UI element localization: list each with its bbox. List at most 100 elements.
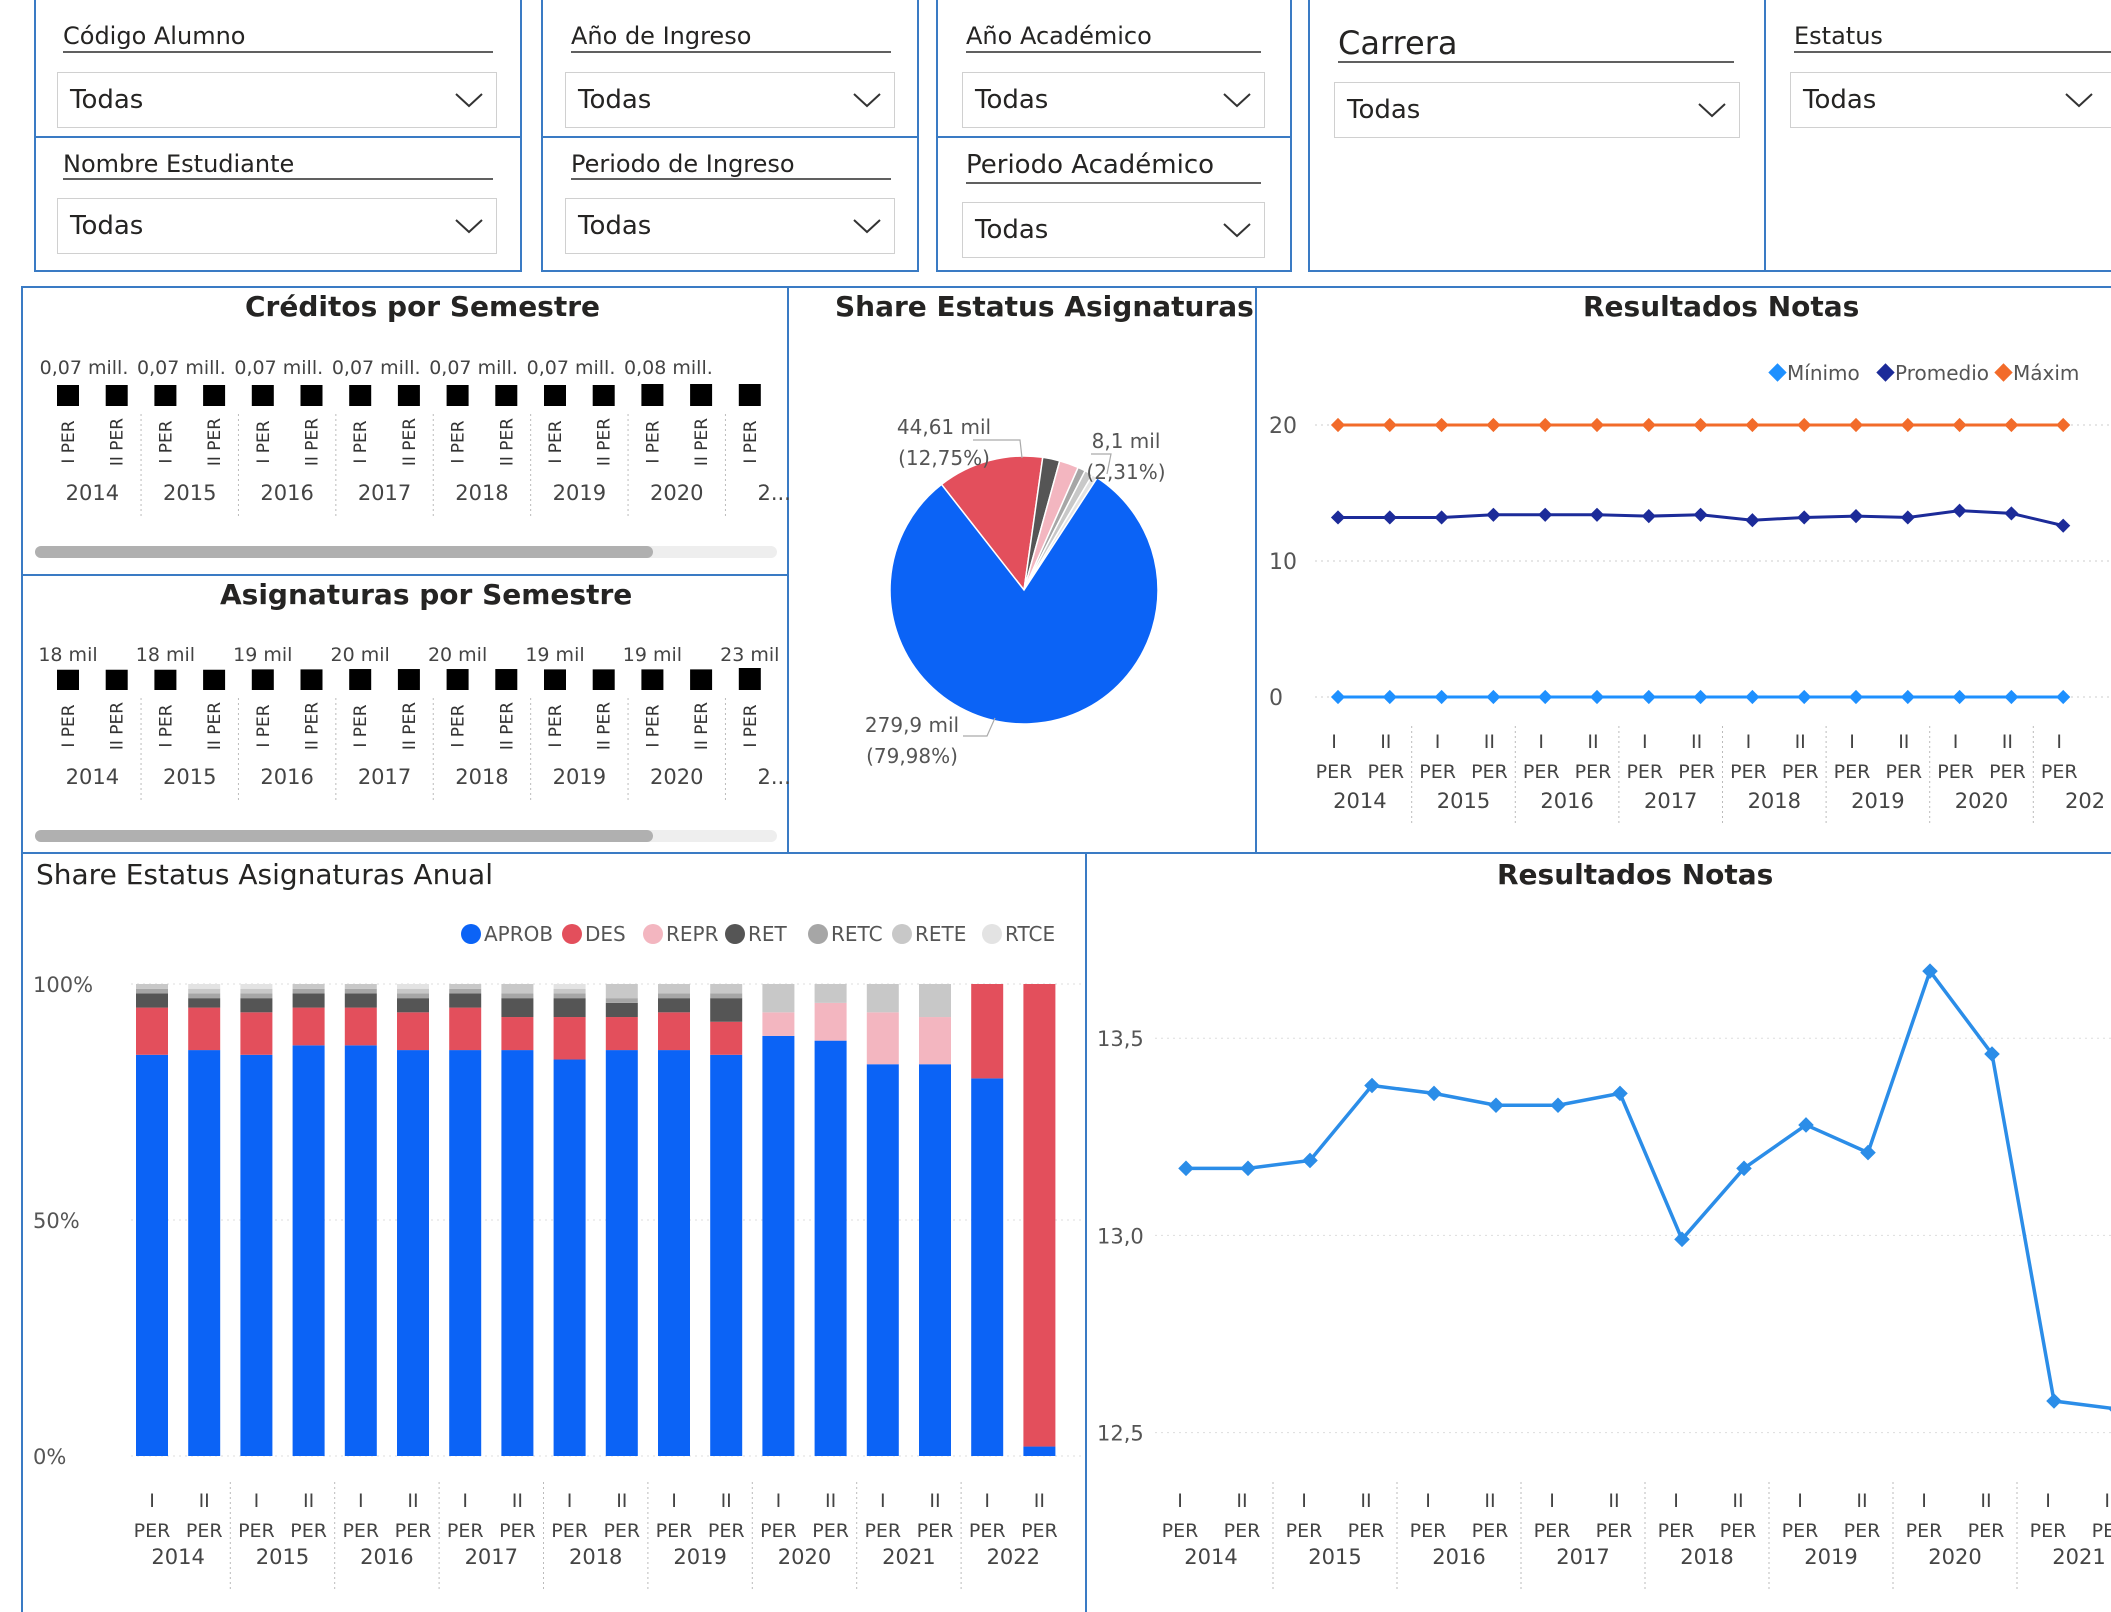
x-tick-label: PER — [1162, 1520, 1199, 1542]
x-tick-label: I — [1642, 731, 1648, 753]
bar-segment — [553, 1017, 586, 1060]
data-point — [1589, 689, 1605, 705]
bar-segment — [658, 993, 690, 999]
data-point — [1900, 689, 1915, 705]
bar — [203, 669, 226, 690]
x-group-label: 2014 — [1184, 1545, 1237, 1569]
bar-segment — [553, 984, 586, 989]
filter-dropdown-anio-academico[interactable]: Todas — [962, 72, 1265, 128]
x-tick-label: PER — [708, 1520, 745, 1542]
x-group-label: 2022 — [987, 1545, 1040, 1569]
x-tick-label: I PER — [546, 420, 566, 463]
x-tick-label: PER — [1410, 1520, 1447, 1542]
data-point — [1952, 503, 1967, 518]
bar — [57, 385, 79, 406]
x-tick-label: II — [1587, 731, 1598, 753]
x-tick-label: PER — [1834, 761, 1871, 783]
bar — [57, 669, 79, 690]
x-tick-label: PER — [1885, 761, 1922, 783]
bar-segment — [919, 1017, 951, 1065]
bar-segment — [501, 998, 534, 1018]
bar-segment — [971, 984, 1004, 1079]
data-label: 0,07 mill. — [429, 357, 518, 379]
x-group-label: 2016 — [260, 481, 313, 505]
filter-dropdown-estatus[interactable]: Todas — [1790, 72, 2111, 128]
data-point — [1178, 1160, 1194, 1177]
x-tick-label: PER — [1316, 761, 1353, 783]
x-tick-label: I — [1301, 1490, 1307, 1512]
bar-segment — [344, 988, 377, 994]
bar-segment — [136, 993, 168, 1008]
x-tick-label: PER — [290, 1520, 327, 1542]
filter-dropdown-periodo-ingreso[interactable]: Todas — [565, 198, 895, 254]
bar-segment — [919, 1064, 951, 1456]
filter-label-anio-ingreso: Año de Ingreso — [571, 22, 752, 50]
x-tick-label: II — [303, 1490, 314, 1512]
bar — [300, 669, 323, 690]
data-point — [1797, 417, 1812, 433]
bar-segment — [136, 984, 168, 989]
x-group-label: 2018 — [1680, 1545, 1733, 1569]
filter-dropdown-periodo-academico[interactable]: Todas — [962, 202, 1265, 258]
legend-marker — [461, 924, 481, 944]
x-tick-label: I — [567, 1490, 573, 1512]
bar-segment — [605, 1050, 638, 1456]
bar-segment — [292, 988, 325, 994]
bar-segment — [136, 1054, 168, 1456]
data-point — [1745, 689, 1760, 705]
x-group-label: 2019 — [1851, 789, 1904, 813]
x-tick-label: I PER — [449, 704, 469, 747]
pie-data-label: (2,31%) — [1086, 460, 1165, 484]
filter-label-carrera: Carrera — [1338, 24, 1458, 62]
data-point — [1382, 510, 1397, 525]
x-tick-label: II — [407, 1490, 418, 1512]
filter-dropdown-anio-ingreso[interactable]: Todas — [565, 72, 895, 128]
x-tick-label: I — [1549, 1490, 1555, 1512]
data-point — [1486, 689, 1501, 705]
bar-segment — [762, 984, 795, 1013]
chart-creditos: I PER II PER I PER II PER I PER II PER I PER II… — [35, 357, 789, 558]
bar — [592, 669, 615, 690]
x-group-label: 2... — [757, 765, 789, 789]
filter-label-anio-academico: Año Académico — [966, 22, 1152, 50]
x-tick-label: I PER — [351, 704, 371, 747]
data-point — [1538, 689, 1553, 705]
bar-segment — [397, 1012, 429, 1051]
x-tick-label: II — [1795, 731, 1806, 753]
legend-label: RET — [748, 922, 788, 946]
filter-dropdown-codigo[interactable]: Todas — [57, 72, 497, 128]
legend-label: Mínimo — [1787, 361, 1860, 385]
chart-notas1: Mínimo Promedio Máxim20100IPERIIPERIPERIIP… — [1269, 361, 2111, 826]
bar — [154, 669, 177, 690]
chevron-down-icon — [2065, 93, 2093, 108]
data-label: 0,07 mill. — [332, 357, 421, 379]
x-tick-label: I — [358, 1490, 364, 1512]
x-tick-label: PER — [1989, 761, 2026, 783]
x-tick-label: PER — [447, 1520, 484, 1542]
x-tick-label: PER — [760, 1520, 797, 1542]
x-tick-label: I — [2056, 731, 2062, 753]
x-tick-label: II — [1608, 1490, 1619, 1512]
filter-dropdown-nombre[interactable]: Todas — [57, 198, 497, 254]
legend-marker — [982, 924, 1002, 944]
bar — [495, 385, 518, 406]
data-point — [1900, 417, 1915, 433]
filter-dropdown-carrera[interactable]: Todas — [1334, 82, 1740, 138]
x-tick-label: PER — [656, 1520, 693, 1542]
bar-segment — [292, 1045, 325, 1456]
bar-segment — [866, 1012, 899, 1065]
x-tick-label: PER — [2030, 1520, 2067, 1542]
bar-segment — [710, 993, 743, 999]
data-point — [1330, 689, 1346, 705]
data-point — [1550, 1097, 1566, 1114]
x-group-label: 2017 — [465, 1545, 518, 1569]
legend-label: RTCE — [1005, 922, 1055, 946]
data-label: 0,07 mill. — [527, 357, 616, 379]
filter-value: Todas — [578, 211, 652, 241]
y-tick-label: 13,5 — [1097, 1027, 1144, 1051]
bar — [690, 384, 713, 406]
x-tick-label: I — [1673, 1490, 1679, 1512]
bar-segment — [136, 988, 168, 994]
x-tick-label: I — [1797, 1490, 1803, 1512]
x-tick-label: PER — [969, 1520, 1006, 1542]
